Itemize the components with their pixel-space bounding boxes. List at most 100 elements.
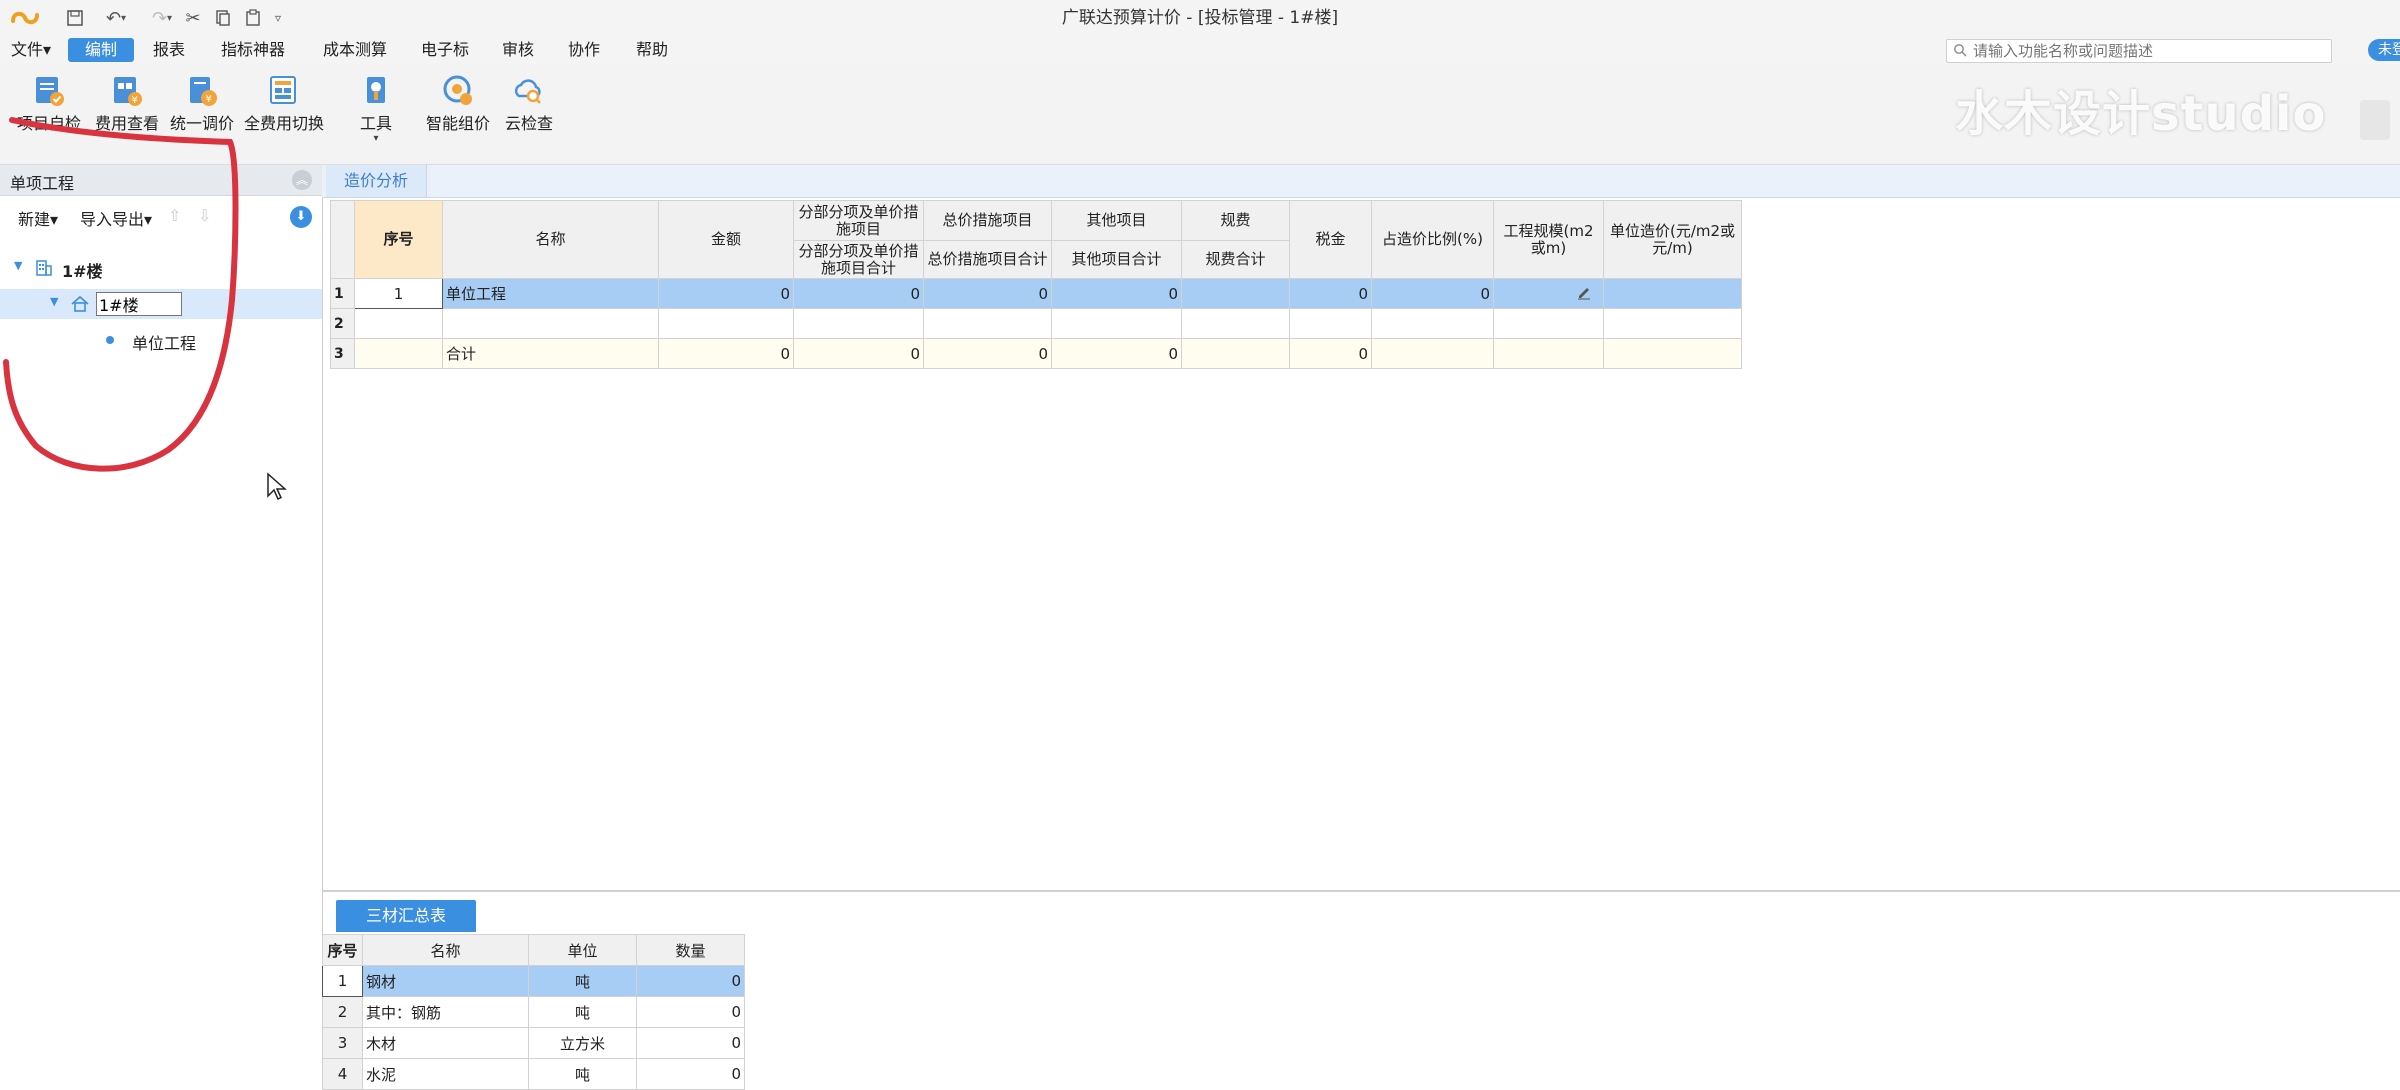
menu-tab-indicator[interactable]: 指标神器: [210, 38, 296, 62]
redo-icon[interactable]: ↷ ▾: [142, 5, 182, 31]
cell-qt[interactable]: 0: [1051, 278, 1182, 309]
cell-scale[interactable]: [1493, 338, 1604, 369]
cell-scale[interactable]: [1493, 308, 1604, 339]
cell-name[interactable]: 木材: [362, 1027, 529, 1059]
menu-tab-edit[interactable]: 编制: [68, 38, 134, 62]
cell-gf[interactable]: [1181, 338, 1290, 369]
cell-scale[interactable]: [1493, 278, 1604, 309]
corner-cell: [330, 200, 355, 279]
undo-icon[interactable]: ↶ ▾: [96, 5, 136, 31]
save-icon[interactable]: [62, 5, 88, 31]
cell-zj[interactable]: 0: [923, 278, 1052, 309]
cell-ratio[interactable]: [1371, 338, 1494, 369]
ribbon-toolbar: 项目自检 ¥ 费用查看 ¥ 统一调价 全费用切换 工具 ▾ 智能组价 云检查 水…: [0, 64, 2400, 165]
cell-unit[interactable]: 吨: [528, 1058, 637, 1090]
pencil-edit-icon[interactable]: [1576, 284, 1592, 304]
cell-seq[interactable]: 1: [354, 278, 443, 309]
collapse-panel-icon[interactable]: ︽: [292, 170, 312, 190]
cell-unit[interactable]: 立方米: [528, 1027, 637, 1059]
cell-unit[interactable]: 吨: [528, 996, 637, 1028]
cell-name[interactable]: 水泥: [362, 1058, 529, 1090]
search-input[interactable]: [1971, 41, 2325, 61]
menu-tab-collaborate[interactable]: 协作: [558, 38, 610, 62]
tree-node-rename-input[interactable]: [96, 292, 182, 316]
pane-splitter[interactable]: [322, 890, 2400, 892]
cloud-check-button[interactable]: 云检查: [500, 70, 558, 146]
cell-ratio[interactable]: 0: [1371, 278, 1494, 309]
table-row[interactable]: 2: [330, 308, 1742, 339]
cell-seq[interactable]: [354, 338, 443, 369]
cell-unit-cost[interactable]: [1603, 278, 1742, 309]
cell-unit-cost[interactable]: [1603, 338, 1742, 369]
cell-unit-cost[interactable]: [1603, 308, 1742, 339]
login-button[interactable]: 未登: [2368, 39, 2400, 61]
table-row[interactable]: 1 钢材 吨 0: [322, 965, 745, 997]
table-row[interactable]: 3 合计 0 0 0 0 0: [330, 338, 1742, 369]
cell-ratio[interactable]: [1371, 308, 1494, 339]
menu-tab-review[interactable]: 审核: [492, 38, 544, 62]
new-dropdown-button[interactable]: 新建▾: [18, 206, 58, 230]
cell-gf[interactable]: [1181, 278, 1290, 309]
quick-access-dropdown-icon[interactable]: ▿: [268, 5, 288, 31]
table-row[interactable]: 2 其中：钢筋 吨 0: [322, 996, 745, 1028]
cell-qty[interactable]: 0: [636, 1027, 745, 1059]
cell-seq[interactable]: [354, 308, 443, 339]
cell-qty[interactable]: 0: [636, 965, 745, 997]
cell-qty[interactable]: 0: [636, 996, 745, 1028]
cell-amount[interactable]: 0: [658, 278, 794, 309]
cell-zj[interactable]: [923, 308, 1052, 339]
cell-name[interactable]: 其中：钢筋: [362, 996, 529, 1028]
cell-tax[interactable]: 0: [1289, 338, 1372, 369]
cell-gf[interactable]: [1181, 308, 1290, 339]
table-row[interactable]: 4 水泥 吨 0: [322, 1058, 745, 1090]
cell-name[interactable]: [442, 308, 659, 339]
cell-zj[interactable]: 0: [923, 338, 1052, 369]
menu-file[interactable]: 文件▾: [6, 38, 56, 62]
cell-name[interactable]: 合计: [442, 338, 659, 369]
tree-node-unit-project[interactable]: 单位工程: [0, 325, 322, 355]
cell-tax[interactable]: 0: [1289, 278, 1372, 309]
col-header-name: 名称: [362, 934, 529, 966]
cell-qt[interactable]: 0: [1051, 338, 1182, 369]
smart-pricing-button[interactable]: 智能组价: [420, 70, 496, 146]
expand-arrow-icon[interactable]: ▼: [50, 295, 58, 308]
tab-cost-analysis[interactable]: 造价分析: [326, 165, 427, 197]
tree-node-single-project[interactable]: ▼: [0, 289, 322, 319]
cell-amount[interactable]: [658, 308, 794, 339]
table-row[interactable]: 3 木材 立方米 0: [322, 1027, 745, 1059]
menu-tab-report[interactable]: 报表: [144, 38, 194, 62]
cell-qty[interactable]: 0: [636, 1058, 745, 1090]
col-header-name: 名称: [442, 200, 659, 279]
tab-three-materials-summary[interactable]: 三材汇总表: [336, 900, 476, 932]
cut-icon[interactable]: ✂: [180, 5, 206, 31]
cell-qt[interactable]: [1051, 308, 1182, 339]
cell-tax[interactable]: [1289, 308, 1372, 339]
function-search[interactable]: [1946, 39, 2332, 63]
move-up-icon[interactable]: ⇧: [168, 206, 181, 225]
cell-fbfx[interactable]: 0: [793, 338, 924, 369]
expand-arrow-icon[interactable]: ▼: [14, 259, 22, 272]
cell-name[interactable]: 单位工程: [442, 278, 659, 309]
menu-tab-help[interactable]: 帮助: [626, 38, 678, 62]
menu-tab-cost-estimate[interactable]: 成本测算: [310, 38, 400, 62]
cell-fbfx[interactable]: 0: [793, 278, 924, 309]
copy-icon[interactable]: [210, 5, 236, 31]
cell-amount[interactable]: 0: [658, 338, 794, 369]
move-down-icon[interactable]: ⇩: [198, 206, 211, 225]
download-icon[interactable]: ⬇: [290, 206, 312, 228]
import-export-dropdown-button[interactable]: 导入导出▾: [80, 206, 152, 230]
tools-dropdown-button[interactable]: 工具 ▾: [350, 70, 402, 146]
table-row[interactable]: 1 1 单位工程 0 0 0 0 0 0: [330, 278, 1742, 309]
ribbon-collapse-handle[interactable]: [2360, 100, 2390, 140]
menu-tab-e-bid[interactable]: 电子标: [410, 38, 480, 62]
project-self-check-button[interactable]: 项目自检: [12, 70, 86, 146]
col-header-qt: 其他项目: [1051, 200, 1182, 241]
cell-name[interactable]: 钢材: [362, 965, 529, 997]
paste-icon[interactable]: [240, 5, 266, 31]
cell-unit[interactable]: 吨: [528, 965, 637, 997]
unified-price-adjust-button[interactable]: ¥ 统一调价: [166, 70, 238, 146]
tree-node-building[interactable]: ▼ 1#楼: [0, 253, 322, 283]
fee-view-button[interactable]: ¥ 费用查看: [90, 70, 164, 146]
cell-fbfx[interactable]: [793, 308, 924, 339]
full-cost-switch-button[interactable]: 全费用切换: [242, 70, 326, 146]
